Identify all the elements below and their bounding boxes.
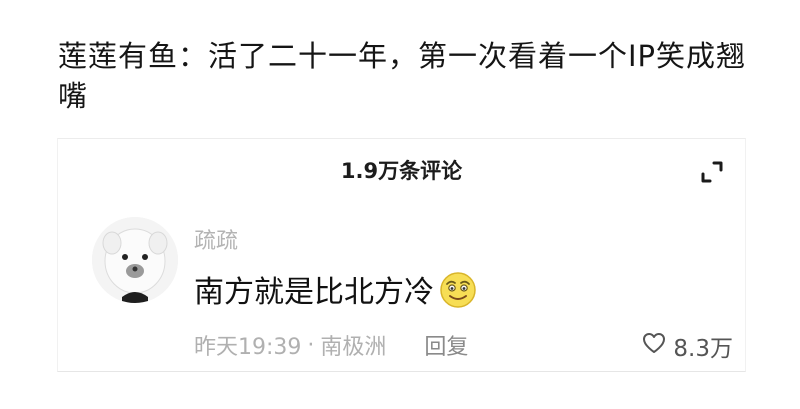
smiling-face-emoji (438, 269, 478, 309)
expand-icon[interactable] (699, 159, 725, 185)
comments-count-title: 1.9万条评论 (340, 159, 463, 183)
post-text: 莲莲有鱼：活了二十一年，第一次看着一个IP笑成翘嘴 (58, 39, 747, 113)
comments-card: 1.9万条评论 疏疏 南方就是比北方冷 昨天19:39 · 南极洲 回复 8.3… (57, 138, 746, 372)
like-count: 8.3万 (673, 336, 733, 362)
comment-time: 昨天19:39 (194, 335, 302, 360)
like-button[interactable]: 8.3万 (641, 329, 733, 363)
comment-body: 南方就是比北方冷 (194, 267, 478, 311)
meta-separator: · (307, 332, 315, 358)
heart-icon (641, 331, 667, 361)
comment-meta: 昨天19:39 · 南极洲 回复 (194, 329, 468, 361)
comment-username[interactable]: 疏疏 (194, 223, 238, 255)
comment-text: 南方就是比北方冷 (194, 275, 434, 310)
reply-button[interactable]: 回复 (424, 329, 468, 361)
comment-location: 南极洲 (320, 335, 387, 360)
avatar[interactable] (92, 217, 178, 303)
